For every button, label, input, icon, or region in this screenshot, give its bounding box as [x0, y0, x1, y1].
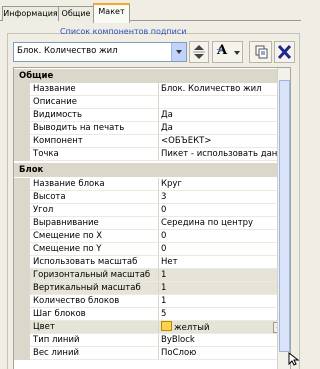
property-value[interactable]: 0 [159, 243, 289, 255]
property-value[interactable]: 0 [159, 230, 289, 242]
property-row[interactable]: Выравнивание Середина по центру [14, 217, 290, 230]
property-name: Название [30, 83, 159, 95]
property-name: Высота [30, 191, 159, 203]
property-row[interactable]: Точка Пикет - использовать данные [14, 148, 290, 161]
property-row[interactable]: Угол 0 [14, 204, 290, 217]
plus-icon: + [216, 45, 223, 54]
property-value[interactable]: Середина по центру [159, 217, 289, 229]
color-value: желтый [174, 323, 210, 333]
property-row[interactable]: Шаг блоков 5 [14, 308, 290, 321]
property-name: Угол [30, 204, 159, 216]
property-value[interactable] [159, 96, 289, 108]
property-name: Видимость [30, 109, 159, 121]
property-row[interactable]: Горизонтальный масштаб 1 [14, 269, 290, 282]
vertical-scrollbar[interactable] [277, 68, 290, 369]
move-up-down-button[interactable] [189, 41, 209, 63]
property-name: Цвет [30, 321, 159, 333]
property-value[interactable]: Да [159, 109, 289, 121]
property-value[interactable]: Нет [159, 256, 289, 268]
property-value[interactable]: <ОБЪЕКТ> [159, 135, 289, 147]
add-text-component-button[interactable]: A + [212, 41, 243, 63]
scrollbar-thumb[interactable] [279, 80, 290, 352]
property-row[interactable]: Название блока Круг [14, 178, 290, 191]
tab-layout[interactable]: Макет [93, 3, 130, 23]
property-value[interactable]: Круг [159, 178, 289, 190]
delete-component-button[interactable] [274, 41, 295, 63]
property-value[interactable]: 1 [159, 269, 289, 281]
property-value[interactable]: Да [159, 122, 289, 134]
property-name: Тип линий [30, 334, 159, 346]
property-name: Использовать масштаб [30, 256, 159, 268]
property-value[interactable]: 5 [159, 308, 289, 320]
tab-strip: Информация Общие Макет [0, 0, 301, 23]
property-row[interactable]: Смещение по Y0 [14, 243, 290, 256]
color-swatch-icon [161, 321, 172, 331]
property-row[interactable]: Выводить на печать Да [14, 122, 290, 135]
property-name: Вес линий [30, 347, 159, 359]
tab-general[interactable]: Общие [58, 6, 94, 21]
property-row[interactable]: Видимость Да [14, 109, 290, 122]
property-value[interactable]: Блок. Количество жил [159, 83, 289, 95]
mouse-cursor-icon [288, 352, 300, 366]
property-value[interactable]: 0 [159, 204, 289, 216]
property-name: Горизонтальный масштаб [30, 269, 159, 281]
property-row[interactable]: Тип линий ByBlock [14, 334, 290, 347]
property-name: Вертикальный масштаб [30, 282, 159, 294]
property-row[interactable]: Использовать масштаб Нет [14, 256, 290, 269]
dropdown-arrow-icon[interactable] [171, 43, 186, 61]
property-name: Компонент [30, 135, 159, 147]
property-row-color[interactable]: Цветжелтый… [14, 321, 290, 334]
property-row[interactable]: Смещение по X0 [14, 230, 290, 243]
property-grid: Общие ⌄ НазваниеБлок. Количество жил Опи… [13, 67, 291, 369]
property-row[interactable]: Вертикальный масштаб 1 [14, 282, 290, 295]
property-row[interactable]: Компонент <ОБЪЕКТ> [14, 135, 290, 148]
property-row[interactable]: Вес линий ПоСлою [14, 347, 290, 360]
panel-caption: Список компонентов подписи [60, 27, 187, 36]
chevron-down-icon [234, 51, 240, 55]
property-row[interactable]: Высота 3 [14, 191, 290, 204]
delete-x-icon [277, 44, 292, 60]
property-value[interactable]: Пикет - использовать данные [159, 148, 289, 160]
tab-info[interactable]: Информация [2, 6, 59, 21]
copy-icon [255, 45, 268, 59]
property-value[interactable]: 1 [159, 295, 289, 307]
property-value[interactable]: ПоСлою [159, 347, 289, 359]
property-name: Название блока [30, 178, 159, 190]
property-row[interactable]: Описание [14, 96, 290, 109]
property-value[interactable]: ByBlock [159, 334, 289, 346]
property-name: Смещение по Y [30, 243, 159, 255]
property-name: Количество блоков [30, 295, 159, 307]
group-title: Общие [19, 71, 54, 81]
property-name: Выводить на печать [30, 122, 159, 134]
component-select-value: Блок. Количество жил [17, 46, 118, 56]
property-name: Шаг блоков [30, 308, 159, 320]
property-value[interactable]: желтый… [159, 321, 289, 333]
property-name: Точка [30, 148, 159, 160]
group-block[interactable]: Блок ⌄ [14, 163, 290, 177]
property-row[interactable]: Количество блоков 1 [14, 295, 290, 308]
component-select[interactable]: Блок. Количество жил [13, 42, 187, 62]
property-value[interactable]: 3 [159, 191, 289, 203]
property-name: Смещение по X [30, 230, 159, 242]
property-value[interactable]: 1 [159, 282, 289, 294]
group-title: Блок [19, 165, 44, 175]
group-general[interactable]: Общие ⌄ [14, 69, 290, 83]
property-row[interactable]: Название Блок. Количество жил [14, 83, 290, 96]
property-name: Выравнивание [30, 217, 159, 229]
copy-component-button[interactable] [249, 41, 272, 63]
property-name: Описание [30, 96, 159, 108]
up-down-arrows-icon [193, 45, 205, 59]
